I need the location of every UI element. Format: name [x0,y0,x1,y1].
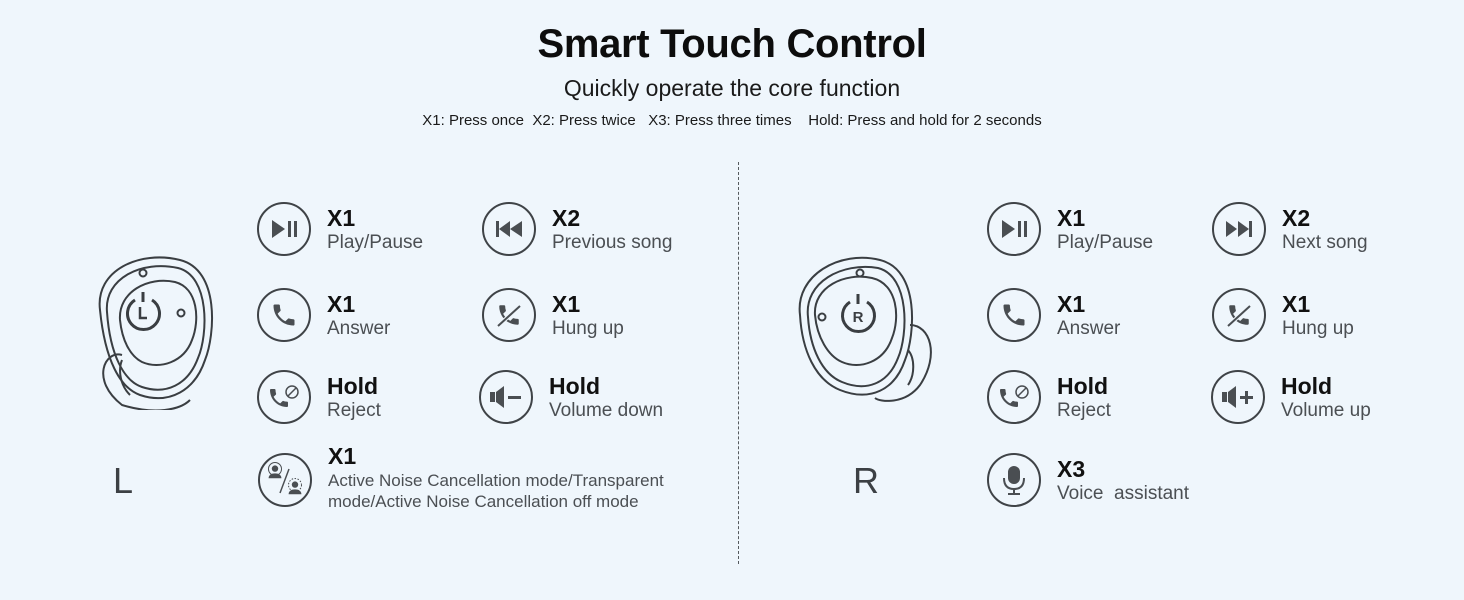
phone-answer-icon [987,288,1041,342]
control-action: Hold [549,372,601,399]
control-description: Hung up [552,317,624,339]
previous-track-icon [482,202,536,256]
left-control-volume-down: Hold Volume down [479,370,663,424]
control-description: Previous song [552,231,673,253]
control-description: Play/Pause [327,231,424,253]
control-action: X1 [327,290,356,317]
right-earbud-label: R [853,460,879,501]
left-control-anc: X1 Active Noise Cancellation mode/Transp… [258,445,703,512]
control-action: Hold [327,372,379,399]
right-control-play-pause: X1 Play/Pause [987,202,1153,256]
control-description: Answer [1057,317,1121,339]
control-action: X3 [1057,455,1086,482]
control-action: X1 [328,443,357,469]
left-control-play-pause: X1 Play/Pause [257,202,423,256]
right-control-hangup: X1 Hung up [1212,288,1354,342]
left-control-hangup: X1 Hung up [482,288,624,342]
right-control-next: X2 Next song [1212,202,1368,256]
left-control-answer: X1 Answer [257,288,390,342]
control-action: X1 [1057,204,1086,231]
control-action: Hold [1057,372,1109,399]
phone-reject-icon [987,370,1041,424]
phone-hangup-icon [1212,288,1266,342]
control-description: Active Noise Cancellation mode/Transpare… [328,471,664,511]
left-earbud-illustration [60,240,230,415]
control-description: Reject [327,399,381,421]
control-description: Volume down [549,399,664,421]
right-control-voice-assistant: X3 Voice assistant [987,453,1189,507]
left-control-reject: Hold Reject [257,370,381,424]
play-pause-icon [987,202,1041,256]
control-action: X1 [552,290,581,317]
right-control-answer: X1 Answer [987,288,1120,342]
play-pause-icon [257,202,311,256]
right-earbud-letter: R [853,309,864,326]
control-description: Hung up [1282,317,1354,339]
control-description: Reject [1057,399,1111,421]
phone-hangup-icon [482,288,536,342]
control-description: Voice assistant [1057,482,1190,504]
page-subtitle: Quickly operate the core function [563,75,901,101]
volume-up-icon [1211,370,1265,424]
control-description: Volume up [1281,399,1371,421]
phone-reject-icon [257,370,311,424]
page-title: Smart Touch Control [537,22,927,66]
control-action: X1 [327,204,356,231]
volume-down-icon [479,370,533,424]
next-track-icon [1212,202,1266,256]
control-description: Answer [327,317,391,339]
right-control-reject: Hold Reject [987,370,1111,424]
anc-mode-icon [258,453,312,507]
control-description: Next song [1282,231,1368,253]
control-action: X1 [1057,290,1086,317]
left-earbud-label: L [113,460,134,501]
control-description: Play/Pause [1057,231,1154,253]
phone-answer-icon [257,288,311,342]
microphone-icon [987,453,1041,507]
control-action: X2 [552,204,581,231]
control-action: X1 [1282,290,1311,317]
right-earbud-illustration: R [780,240,950,415]
control-action: X2 [1282,204,1311,231]
left-control-previous: X2 Previous song [482,202,672,256]
control-action: Hold [1281,372,1333,399]
center-divider [738,162,739,564]
press-legend: X1: Press once X2: Press twice X3: Press… [422,112,1042,129]
right-control-volume-up: Hold Volume up [1211,370,1371,424]
